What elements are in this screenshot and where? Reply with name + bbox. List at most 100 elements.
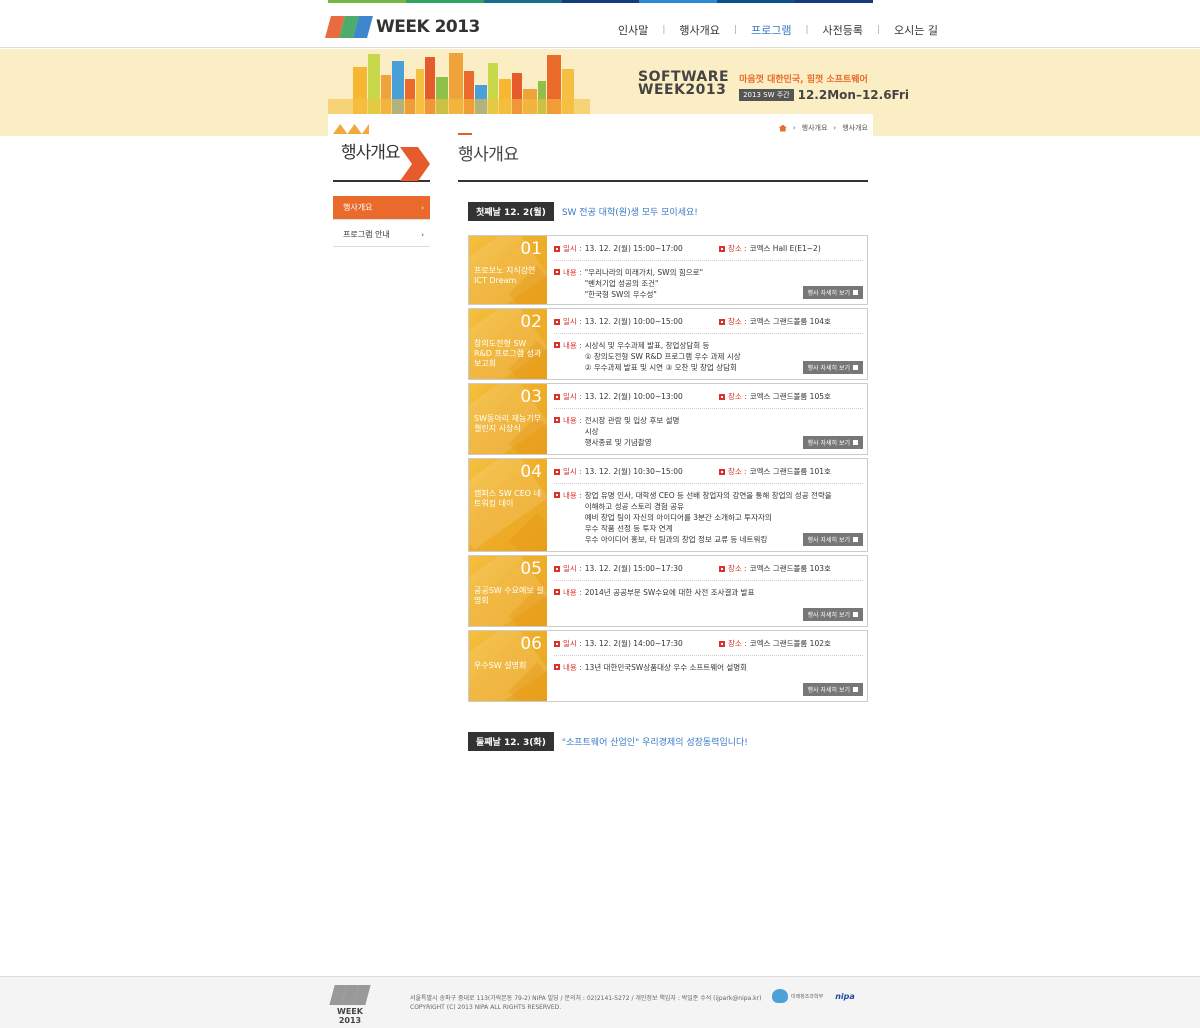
event-title: 프로보노 지식강연 ICT Dream	[474, 266, 536, 285]
city-illustration	[328, 53, 590, 114]
banner-badge: 2013 SW 주간	[739, 89, 794, 101]
org-msip-label: 미래창조과학부	[791, 993, 824, 1000]
org-msip[interactable]: 미래창조과학부	[772, 989, 823, 1003]
event-title: SW동아리 재능기부 챌린지 시상식	[474, 414, 542, 433]
side-nav-item[interactable]: 프로그램 안내 ›	[333, 223, 430, 247]
arrow-box-icon	[853, 537, 858, 542]
event-time: 일시 :13. 12. 2(월) 10:00~15:00	[554, 316, 683, 327]
banner-slogan: 마음껏 대한민국, 힘껏 소프트웨어	[739, 75, 868, 85]
page-title-area: 행사개요	[458, 132, 868, 182]
event-place: 장소 : 코엑스 그랜드볼룸 104호	[719, 316, 831, 327]
time-label: 일시 :	[563, 467, 582, 476]
event-detail-button[interactable]: 행사 자세히 보기	[802, 286, 863, 299]
event-detail-button[interactable]: 행사 자세히 보기	[802, 436, 863, 449]
nav-item[interactable]: 인사말	[618, 22, 648, 38]
nav-item[interactable]: 프로그램	[751, 22, 791, 38]
chevron-right-deco-icon	[400, 147, 430, 181]
event-detail-button[interactable]: 행사 자세히 보기	[802, 683, 863, 696]
time-label: 일시 :	[563, 392, 582, 401]
place-label: 장소 :	[728, 392, 747, 401]
bullet-icon	[719, 393, 725, 400]
nav-separator: |	[805, 25, 809, 35]
place-label: 장소 :	[728, 244, 747, 253]
nav-item[interactable]: 사전등록	[822, 22, 862, 38]
footer-copyright: COPYRIGHT (C) 2013 NIPA ALL RIGHTS RESER…	[410, 1004, 562, 1011]
event-time: 일시 :13. 12. 2(월) 14:00~17:30	[554, 638, 683, 649]
event-thumbnail: 01 프로보노 지식강연 ICT Dream	[469, 236, 547, 304]
event-body: 일시 :13. 12. 2(월) 10:00~13:00 장소 : 코엑스 그랜드볼…	[547, 384, 867, 454]
day2-header: 둘째날 12. 3(화) "소프트웨어 산업인" 우리경제의 성장동력입니다!	[468, 732, 868, 751]
event-detail-button[interactable]: 행사 자세히 보기	[802, 608, 863, 621]
bullet-icon	[554, 664, 560, 670]
place-value: 코엑스 Hall E(E1~2)	[749, 244, 821, 253]
day2-label: 둘째날 12. 3(화)	[468, 732, 554, 751]
event-thumbnail: 05 공공SW 수요예보 설명회	[469, 556, 547, 626]
main-content: 행사개요 첫째날 12. 2(월) SW 전공 대학(원)생 모두 모이세요! …	[458, 132, 868, 751]
event-card: 05 공공SW 수요예보 설명회 일시 :13. 12. 2(월) 15:00~17…	[468, 555, 868, 627]
footer-info: 서울특별시 송파구 중대로 113(가락본동 79-2) NIPA 빌딩 / 문…	[410, 994, 761, 1012]
nav-separator: |	[876, 25, 881, 35]
content-label: 내용 :	[563, 416, 582, 425]
arrow-box-icon	[853, 290, 858, 295]
decorative-zigzag-icon	[333, 124, 369, 134]
site-logo[interactable]: WEEK 2013	[325, 13, 480, 41]
breadcrumb-separator: ›	[792, 124, 796, 132]
footer-logo: WEEK 2013	[328, 985, 372, 1025]
content-label: 내용 :	[563, 341, 582, 350]
msip-logo-icon	[772, 989, 788, 1003]
side-nav-header: 행사개요	[333, 122, 430, 182]
day1-label: 첫째날 12. 2(월)	[468, 202, 554, 221]
banner-title: SOFTWARE WEEK2013	[638, 70, 729, 102]
home-icon[interactable]	[778, 124, 787, 132]
event-detail-button[interactable]: 행사 자세히 보기	[802, 361, 863, 374]
place-label: 장소 :	[728, 467, 747, 476]
chevron-right-icon: ›	[421, 230, 424, 239]
event-content: 내용 :13년 대한민국SW상품대상 우수 소프트웨어 설명회	[554, 662, 863, 673]
time-value: 13. 12. 2(월) 10:00~13:00	[584, 392, 683, 401]
event-number: 01	[520, 239, 542, 259]
event-number: 05	[520, 559, 542, 579]
event-place: 장소 : 코엑스 그랜드볼룸 103호	[719, 563, 831, 574]
event-place: 장소 : 코엑스 그랜드볼룸 101호	[719, 466, 831, 477]
side-nav-title: 행사개요	[341, 143, 401, 163]
arrow-box-icon	[853, 687, 858, 692]
time-value: 13. 12. 2(월) 10:30~15:00	[584, 467, 683, 476]
bullet-icon	[554, 269, 560, 275]
place-value: 코엑스 그랜드볼룸 102호	[749, 639, 831, 648]
content-line: "우리나라의 미래가치, SW의 힘으로"	[584, 268, 704, 277]
content-line: 행사종료 및 기념촬영	[584, 438, 652, 447]
bullet-icon	[554, 565, 560, 572]
arrow-box-icon	[853, 365, 858, 370]
bullet-icon	[554, 318, 560, 325]
event-detail-button[interactable]: 행사 자세히 보기	[802, 533, 863, 546]
banner-date: 12.2Mon–12.6Fri	[797, 88, 910, 102]
event-title: 공공SW 수요예보 설명회	[474, 586, 544, 605]
banner-title-line2: WEEK2013	[638, 82, 727, 98]
day1-subtitle: SW 전공 대학(원)생 모두 모이세요!	[561, 208, 698, 218]
event-place: 장소 : 코엑스 그랜드볼룸 105호	[719, 391, 831, 402]
nav-item[interactable]: 행사개요	[679, 22, 719, 38]
event-body: 일시 :13. 12. 2(월) 10:30~15:00 장소 : 코엑스 그랜드볼…	[547, 459, 867, 551]
nav-separator: |	[662, 25, 666, 35]
event-time: 일시 :13. 12. 2(월) 15:00~17:30	[554, 563, 683, 574]
event-body: 일시 :13. 12. 2(월) 14:00~17:30 장소 : 코엑스 그랜드볼…	[547, 631, 867, 701]
detail-button-label: 행사 자세히 보기	[807, 687, 850, 694]
detail-button-label: 행사 자세히 보기	[807, 440, 850, 447]
content-line: 우수 아이디어 홍보, 타 팀과의 창업 정보 교류 등 네트워킹	[584, 535, 768, 544]
side-nav-item[interactable]: 행사개요 ›	[333, 196, 430, 220]
place-value: 코엑스 그랜드볼룸 104호	[749, 317, 831, 326]
event-title: 캠퍼스 SW CEO 네트워킹 데이	[474, 489, 541, 508]
org-nipa[interactable]: nipa	[835, 992, 855, 1001]
chevron-right-icon: ›	[421, 203, 424, 212]
event-thumbnail: 04 캠퍼스 SW CEO 네트워킹 데이	[469, 459, 547, 551]
bullet-icon	[719, 565, 725, 572]
place-value: 코엑스 그랜드볼룸 101호	[749, 467, 831, 476]
content-line: "한국형 SW의 우수성"	[584, 290, 657, 299]
content-line: 예비 창업 팀이 자신의 아이디어를 3분간 소개하고 투자자의	[584, 513, 772, 522]
time-value: 13. 12. 2(월) 10:00~15:00	[584, 317, 683, 326]
event-thumbnail: 02 창의도전형 SW R&D 프로그램 성과보고회	[469, 309, 547, 379]
footer-address: 서울특별시 송파구 중대로 113(가락본동 79-2) NIPA 빌딩 / 문…	[410, 995, 762, 1002]
time-label: 일시 :	[563, 244, 582, 253]
nav-item[interactable]: 오시는 길	[894, 22, 938, 38]
bullet-icon	[554, 589, 560, 595]
